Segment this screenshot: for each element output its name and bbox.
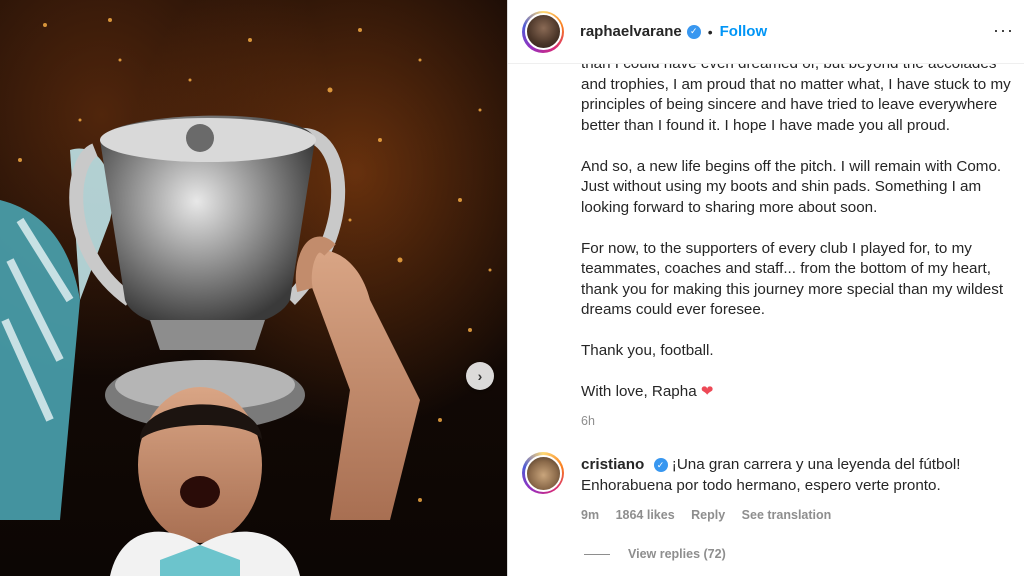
next-slide-button[interactable]: › — [466, 362, 494, 390]
post-panel: raphaelvarane ✓ • Follow ··· than I coul… — [507, 0, 1024, 576]
signoff-text: With love, Rapha — [581, 383, 697, 400]
comment-age[interactable]: 9m — [581, 508, 599, 522]
commenter-avatar[interactable] — [522, 452, 564, 494]
heart-emoji-icon: ❤ — [700, 383, 714, 400]
comment-text-block: cristiano ✓ ¡Una gran carrera y una leye… — [581, 455, 1021, 496]
reply-button[interactable]: Reply — [691, 508, 725, 522]
caption-signoff: With love, Rapha ❤ — [581, 382, 1021, 403]
view-replies-button[interactable]: View replies (72) — [584, 547, 726, 561]
view-replies-label: View replies (72) — [628, 547, 726, 561]
caption-paragraph: than I could have even dreamed of, but b… — [581, 64, 1011, 134]
see-translation-link[interactable]: See translation — [742, 508, 832, 522]
post-caption: than I could have even dreamed of, but b… — [581, 64, 1021, 423]
post-header: raphaelvarane ✓ • Follow ··· — [508, 0, 1024, 64]
more-options-icon[interactable]: ··· — [993, 20, 1014, 41]
chevron-right-icon: › — [477, 368, 483, 384]
separator-dot: • — [707, 23, 713, 40]
caption-paragraph: And so, a new life begins off the pitch.… — [581, 157, 1002, 216]
comment-likes[interactable]: 1864 likes — [616, 508, 675, 522]
caption-paragraph: For now, to the supporters of every club… — [581, 239, 1004, 319]
comment-meta: 9m 1864 likes Reply See translation — [581, 508, 844, 522]
author-username[interactable]: raphaelvarane — [580, 23, 682, 40]
commenter-username[interactable]: cristiano — [581, 456, 644, 473]
follow-button[interactable]: Follow — [720, 23, 768, 40]
post-body: than I could have even dreamed of, but b… — [508, 64, 1024, 576]
author-avatar[interactable] — [522, 10, 564, 53]
verified-badge-icon: ✓ — [686, 24, 701, 39]
verified-badge-icon: ✓ — [653, 457, 668, 472]
trophy-celebration-illustration — [0, 18, 492, 576]
post-timestamp[interactable]: 6h — [581, 414, 595, 428]
post-photo: › — [0, 0, 507, 576]
replies-divider — [584, 553, 610, 555]
caption-paragraph: Thank you, football. — [581, 342, 714, 359]
